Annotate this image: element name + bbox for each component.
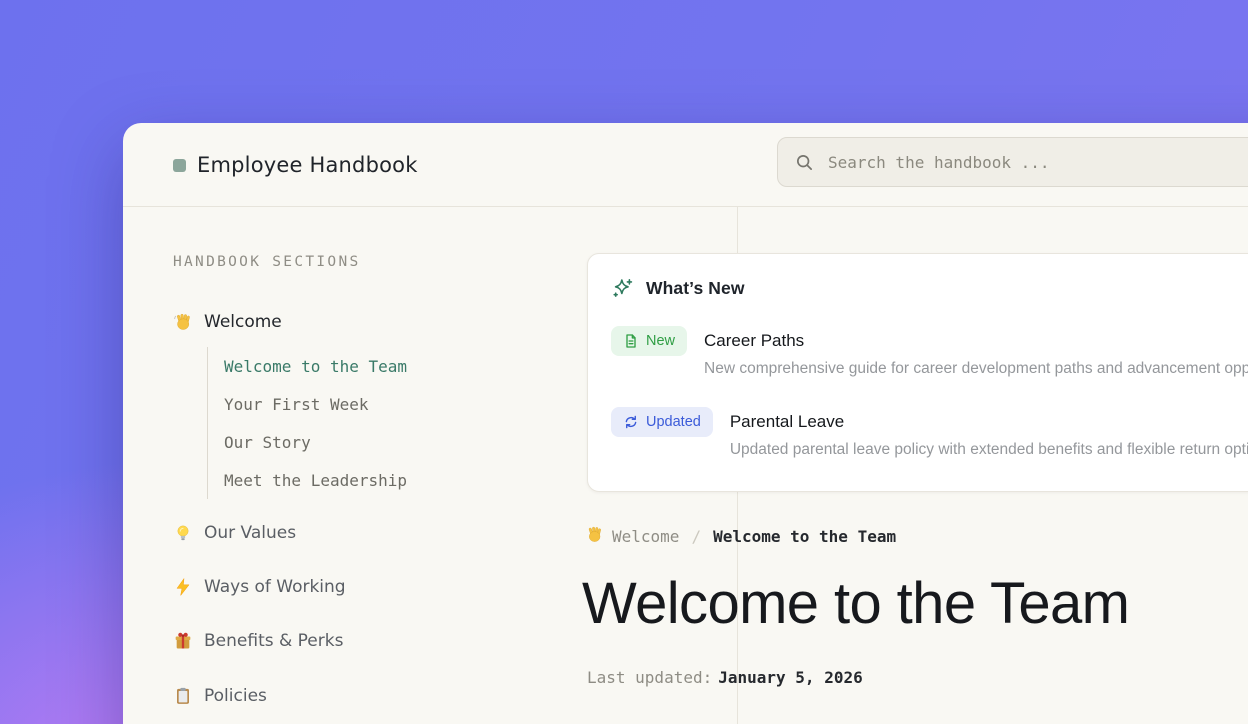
app-header: Employee Handbook Search the handbook ..…	[123, 123, 1248, 207]
sidebar-item-label: Policies	[204, 686, 267, 706]
breadcrumb-section[interactable]: Welcome	[612, 527, 679, 546]
whats-new-card: What’s New New Career Paths New comprehe…	[587, 253, 1248, 492]
last-updated-value: January 5, 2026	[718, 668, 863, 687]
news-item-title: Career Paths	[704, 326, 1248, 356]
whats-new-title: What’s New	[646, 278, 745, 299]
badge-label: Updated	[646, 414, 701, 430]
brand-logo-icon	[173, 159, 186, 172]
sidebar-item-our-values[interactable]: Our Values	[173, 519, 296, 547]
news-text: Parental Leave Updated parental leave po…	[730, 407, 1248, 461]
document-icon	[623, 333, 639, 349]
sidebar-item-label: Welcome	[204, 312, 282, 332]
news-item-title: Parental Leave	[730, 407, 1248, 437]
search-placeholder-text: Search the handbook ...	[828, 153, 1050, 172]
sidebar-subitem-your-first-week[interactable]: Your First Week	[208, 385, 527, 423]
app-window: Employee Handbook Search the handbook ..…	[123, 123, 1248, 724]
brand: Employee Handbook	[173, 123, 418, 207]
wave-icon	[173, 312, 193, 332]
sidebar-item-policies[interactable]: Policies	[173, 682, 267, 710]
sidebar-subitem-welcome-to-the-team[interactable]: Welcome to the Team	[208, 347, 527, 385]
sidebar-subitem-meet-the-leadership[interactable]: Meet the Leadership	[208, 461, 527, 499]
desktop-background: Employee Handbook Search the handbook ..…	[0, 0, 1248, 724]
sidebar-item-label: Ways of Working	[204, 577, 346, 597]
sidebar-item-label: Benefits & Perks	[204, 631, 343, 651]
sidebar-item-benefits-perks[interactable]: Benefits & Perks	[173, 627, 343, 655]
page-title: Welcome to the Team	[582, 570, 1129, 637]
search-icon	[795, 153, 814, 172]
sidebar-item-label: Our Values	[204, 523, 296, 543]
news-item-description: New comprehensive guide for career devel…	[704, 358, 1248, 380]
app-title: Employee Handbook	[197, 153, 418, 177]
gift-icon	[173, 631, 193, 651]
clipboard-icon	[173, 686, 193, 706]
search-input[interactable]: Search the handbook ...	[777, 137, 1248, 187]
breadcrumb-current: Welcome to the Team	[713, 527, 896, 546]
updated-badge: Updated	[611, 407, 713, 437]
sidebar-sublist-welcome: Welcome to the Team Your First Week Our …	[207, 347, 527, 499]
wave-icon	[585, 525, 604, 548]
refresh-icon	[623, 414, 639, 430]
sidebar-item-ways-of-working[interactable]: Ways of Working	[173, 573, 346, 601]
sidebar-section-label: HANDBOOK SECTIONS	[173, 254, 361, 270]
sidebar-subitem-our-story[interactable]: Our Story	[208, 423, 527, 461]
lightbulb-icon	[173, 523, 193, 543]
whats-new-item[interactable]: Updated Parental Leave Updated parental …	[611, 407, 1248, 461]
last-updated: Last updated: January 5, 2026	[587, 668, 863, 687]
news-item-description: Updated parental leave policy with exten…	[730, 439, 1248, 461]
last-updated-label: Last updated:	[587, 668, 712, 687]
breadcrumb: Welcome / Welcome to the Team	[585, 525, 896, 547]
sparkles-icon	[611, 277, 634, 300]
lightning-bolt-icon	[173, 577, 193, 597]
badge-label: New	[646, 333, 675, 349]
new-badge: New	[611, 326, 687, 356]
whats-new-item[interactable]: New Career Paths New comprehensive guide…	[611, 326, 1248, 380]
breadcrumb-separator: /	[691, 527, 701, 546]
whats-new-header: What’s New	[611, 277, 745, 300]
news-text: Career Paths New comprehensive guide for…	[704, 326, 1248, 380]
sidebar-item-welcome[interactable]: Welcome	[173, 308, 282, 336]
